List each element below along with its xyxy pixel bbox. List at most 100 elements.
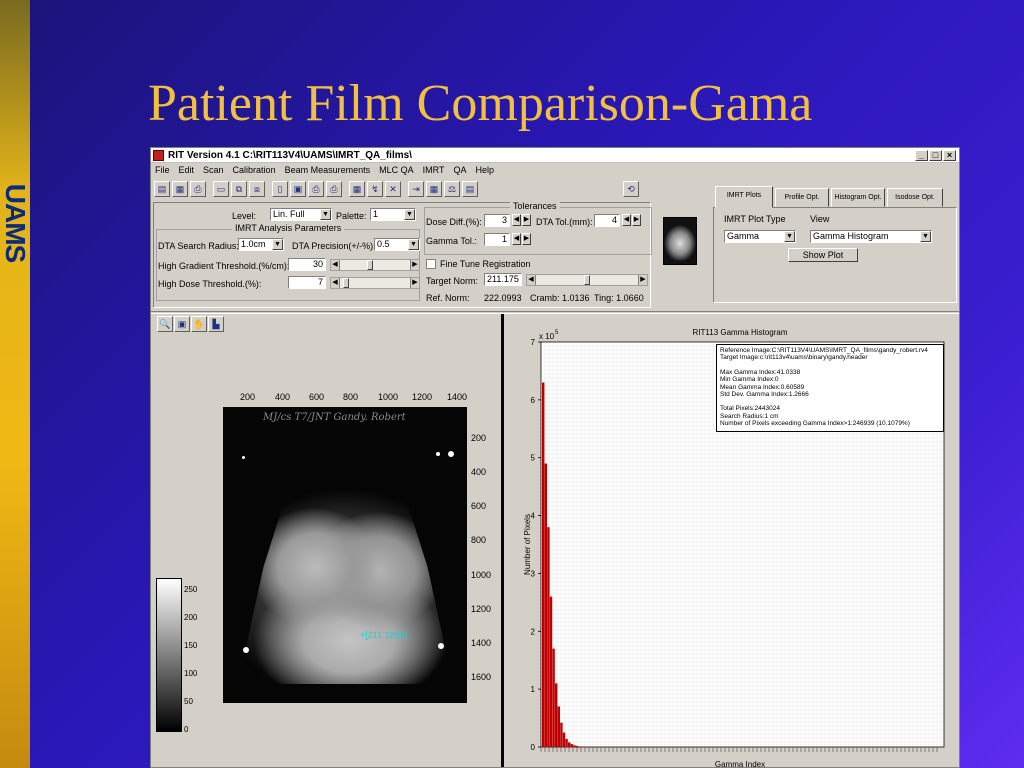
menu-item-beam-measurements[interactable]: Beam Measurements [285,165,371,175]
info-total-pixels: Total Pixels:2443024 [720,405,780,413]
level-select[interactable]: Lin. Full ▼ [270,208,332,221]
dose-diff-spin-up[interactable]: ▶ [522,214,531,226]
measure-icon[interactable]: ↯ [367,181,383,197]
view-label: View [810,214,830,224]
app-icon [153,149,164,161]
document-icon[interactable]: ▯ [272,181,288,197]
fine-tune-checkbox[interactable] [426,259,436,269]
slider-thumb[interactable] [367,260,373,270]
menu-item-calibration[interactable]: Calibration [233,165,276,175]
maximize-button[interactable]: □ [929,149,942,161]
dose-diff-input[interactable]: 3 [484,214,510,227]
y-tick-label: 600 [471,501,487,511]
tab-imrt-plots[interactable]: IMRT Plots [715,186,773,208]
high-gradient-slider[interactable]: ◀ ▶ [330,259,420,271]
show-plot-button[interactable]: Show Plot [788,248,858,262]
tab-isodose-opt[interactable]: Isodose Opt. [887,188,943,207]
slider-left-arrow[interactable]: ◀ [331,260,340,270]
slider-right-arrow[interactable]: ▶ [410,260,419,270]
window-icon[interactable]: ▣ [174,316,190,332]
menu-item-file[interactable]: File [155,165,170,175]
dose-diff-spin-down[interactable]: ◀ [512,214,521,226]
target-norm-slider[interactable]: ◀ ▶ [526,274,648,286]
tab-profile-opt[interactable]: Profile Opt. [775,188,829,207]
info-mean-gamma: Mean Gamma Index:0.60589 [720,383,805,391]
info-std-gamma: Std Dev. Gamma Index:1.2666 [720,391,809,399]
film-annotation: MJ/cs T7/JNT Gandy. Robert [263,412,406,423]
align-icon[interactable]: ⇥ [408,181,424,197]
copy-icon[interactable]: ⧉ [231,181,247,197]
report-icon[interactable]: ▣ [290,181,306,197]
slider-right-arrow[interactable]: ▶ [638,275,647,285]
film-image[interactable]: MJ/cs T7/JNT Gandy. Robert +[211.1850] [223,407,467,703]
view-select[interactable]: Gamma Histogram ▼ [810,230,932,243]
compare-icon[interactable]: ⧈ [249,181,265,197]
film-thumbnail[interactable] [663,217,697,265]
menu-item-scan[interactable]: Scan [203,165,224,175]
high-gradient-input[interactable]: 30 [288,258,326,271]
menu-item-edit[interactable]: Edit [179,165,195,175]
save-as-icon[interactable]: ▦ [172,181,188,197]
slider-thumb[interactable] [584,275,590,285]
histogram-bar [578,746,581,747]
print-icon[interactable]: ⎙ [190,181,206,197]
colorbar-tick-label: 150 [184,641,198,650]
dta-tol-spin-up[interactable]: ▶ [632,214,641,226]
ting-readout: Ting: 1.0660 [594,293,644,303]
menu-item-qa[interactable]: QA [453,165,466,175]
zoom-icon[interactable]: 🔍 [157,316,173,332]
gamma-tol-spin-down[interactable]: ◀ [512,233,521,245]
histogram-bar [547,527,550,747]
grid-icon[interactable]: ▦ [426,181,442,197]
slider-right-arrow[interactable]: ▶ [410,278,419,288]
disk-icon[interactable]: ▭ [213,181,229,197]
printer2-icon[interactable]: ⎙ [326,181,342,197]
calendar-icon[interactable]: ▦ [349,181,365,197]
hand-icon[interactable]: ✋ [191,316,207,332]
ruler-icon[interactable]: ▙ [208,316,224,332]
gamma-histogram-pane: 01234567x 10 5 RIT113 Gamma Histogram Numbe… [504,314,959,767]
slider-thumb[interactable] [343,278,349,288]
menu-item-imrt[interactable]: IMRT [423,165,445,175]
slider-left-arrow[interactable]: ◀ [331,278,340,288]
fiducial-mark [438,643,444,649]
dta-tol-input[interactable]: 4 [594,214,620,227]
histogram-bar [562,732,566,747]
table-icon[interactable]: ▤ [462,181,478,197]
ref-norm-label: Ref. Norm: [426,293,470,303]
plot-type-select[interactable]: Gamma ▼ [724,230,796,243]
x-tick-label: 1000 [378,392,399,402]
tab-histogram-opt[interactable]: Histogram Opt. [831,188,885,207]
high-dose-slider[interactable]: ◀ ▶ [330,277,420,289]
open-icon[interactable]: ▤ [154,181,170,197]
chevron-down-icon: ▼ [920,231,931,242]
dose-diff-label: Dose Diff.(%): [426,217,482,227]
scale-icon[interactable]: ⚖ [444,181,460,197]
slider-left-arrow[interactable]: ◀ [527,275,536,285]
printer-icon[interactable]: ⎙ [308,181,324,197]
fiducial-mark [448,451,454,457]
gamma-tol-input[interactable]: 1 [484,233,510,246]
menu-item-help[interactable]: Help [476,165,495,175]
histogram-bar [573,745,576,747]
dta-tol-spin-down[interactable]: ◀ [622,214,631,226]
gamma-tol-spin-up[interactable]: ▶ [522,233,531,245]
colorbar-tick-label: 200 [184,613,198,622]
y-tick-label: 1 [531,685,536,694]
close-button[interactable]: × [943,149,956,161]
erase-icon[interactable]: ✕ [385,181,401,197]
menu-item-mlc-qa[interactable]: MLC QA [379,165,414,175]
palette-select[interactable]: 1 ▼ [370,208,416,221]
refresh-tool-button[interactable]: ⟲ [623,181,639,197]
plot-type-label: IMRT Plot Type [724,214,786,224]
brand-strip [0,0,30,768]
colorbar-tick-label: 50 [184,697,193,706]
dta-precision-select[interactable]: 0.5 ▼ [374,238,420,251]
y-tick-label: 800 [471,535,487,545]
high-dose-input[interactable]: 7 [288,276,326,289]
dta-radius-select[interactable]: 1.0cm ▼ [238,238,284,251]
high-gradient-label: High Gradient Threshold.(%/cm): [158,261,290,271]
minimize-button[interactable]: _ [915,149,928,161]
histogram-bar [560,722,563,747]
target-norm-input[interactable]: 211.175 [484,273,522,286]
